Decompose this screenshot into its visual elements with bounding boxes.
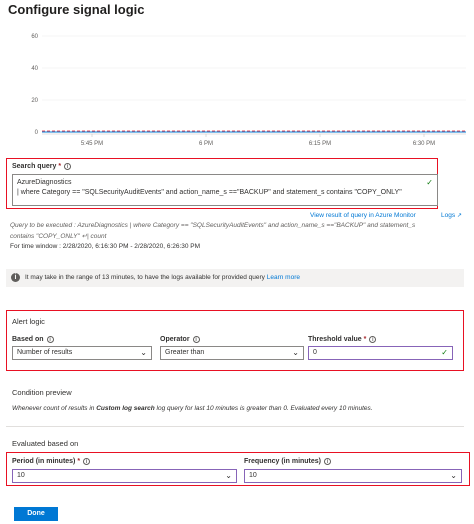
- chevron-down-icon: ⌄: [225, 471, 232, 480]
- chart-svg: 60 40 20 0 5:45 PM 6 PM 6:15 PM 6:30 PM: [31, 34, 466, 147]
- chart-x-tick-label: 6 PM: [199, 141, 213, 147]
- logs-link[interactable]: Logs ↗: [441, 212, 462, 219]
- done-button[interactable]: Done: [14, 507, 58, 521]
- divider: [6, 426, 464, 427]
- preview-chart: 60 40 20 0 5:45 PM 6 PM 6:15 PM 6:30 PM: [0, 26, 474, 156]
- chart-x-tick-label: 6:30 PM: [413, 141, 435, 147]
- period-select[interactable]: 10 ⌄: [12, 469, 237, 483]
- period-label: Period (in minutes) * i: [12, 458, 91, 465]
- alert-logic-highlight: [6, 310, 464, 371]
- info-message-bar: i It may take in the range of 13 minutes…: [6, 269, 464, 287]
- time-window: For time window : 2/28/2020, 6:16:30 PM …: [10, 243, 201, 250]
- blade-header: Configure signal logic: [0, 0, 474, 22]
- operator-label: Operator i: [160, 336, 200, 343]
- chevron-down-icon: ⌄: [292, 348, 299, 357]
- threshold-input[interactable]: 0 ✓: [308, 346, 453, 360]
- chart-y-tick-label: 40: [31, 66, 38, 72]
- blade-title: Configure signal logic: [8, 2, 145, 17]
- info-icon: i: [83, 458, 91, 465]
- search-query-input[interactable]: AzureDiagnostics | where Category == "SQ…: [12, 174, 438, 206]
- chart-y-tick-label: 20: [31, 98, 38, 104]
- chart-x-tick-label: 6:15 PM: [309, 141, 331, 147]
- search-query-label: Search query * i: [12, 163, 72, 170]
- info-icon: i: [46, 336, 54, 343]
- search-query-text: AzureDiagnostics | where Category == "SQ…: [17, 179, 402, 196]
- chevron-down-icon: ⌄: [450, 471, 457, 480]
- chart-y-tick-label: 60: [31, 34, 38, 40]
- info-icon: i: [192, 336, 200, 343]
- info-icon: i: [324, 458, 332, 465]
- operator-select[interactable]: Greater than ⌄: [160, 346, 304, 360]
- frequency-select[interactable]: 10 ⌄: [244, 469, 462, 483]
- info-icon: i: [64, 163, 72, 170]
- condition-preview-text: Whenever count of results in Custom log …: [12, 405, 373, 412]
- alert-logic-heading: Alert logic: [12, 317, 45, 326]
- info-circle-icon: i: [11, 273, 20, 282]
- chart-y-tick-label: 0: [35, 130, 39, 136]
- query-to-execute-line2: contains "COPY_ONLY" ↵| count: [10, 233, 107, 240]
- learn-more-link[interactable]: Learn more: [267, 274, 300, 281]
- info-icon: i: [369, 336, 377, 343]
- threshold-label: Threshold value * i: [308, 336, 377, 343]
- view-result-link[interactable]: View result of query in Azure Monitor: [310, 212, 416, 219]
- evaluated-heading: Evaluated based on: [12, 439, 79, 448]
- query-to-execute-line1: Query to be executed : AzureDiagnostics …: [10, 222, 416, 229]
- based-on-select[interactable]: Number of results ⌄: [12, 346, 152, 360]
- based-on-label: Based on i: [12, 336, 54, 343]
- valid-check-icon: ✓: [426, 178, 433, 187]
- frequency-label: Frequency (in minutes) i: [244, 458, 332, 465]
- chevron-down-icon: ⌄: [140, 348, 147, 357]
- condition-preview-heading: Condition preview: [12, 388, 72, 397]
- external-link-icon: ↗: [456, 213, 462, 219]
- chart-x-tick-label: 5:45 PM: [81, 141, 103, 147]
- valid-check-icon: ✓: [441, 348, 448, 357]
